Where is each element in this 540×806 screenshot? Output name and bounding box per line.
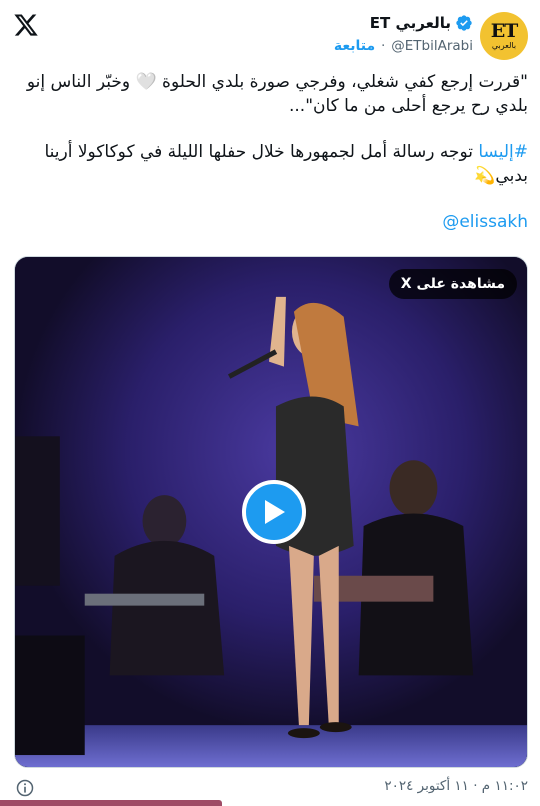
play-button[interactable] <box>242 480 306 544</box>
tweet-text: "قررت إرجع كفي شغلي، وفرجي صورة بلدي الح… <box>12 70 528 234</box>
hashtag-link[interactable]: #إليسا <box>478 142 528 162</box>
tweet-timestamp[interactable]: ١١:٠٢ م · ١١ أكتوبر ٢٠٢٤ <box>384 778 528 794</box>
verified-badge-icon <box>456 15 472 31</box>
watch-on-x-button[interactable]: مشاهدة على X <box>388 269 517 299</box>
author-name-row[interactable]: بالعربي ET <box>370 14 473 32</box>
author-display-name: بالعربي ET <box>369 14 451 32</box>
avatar[interactable]: ET بالعربي <box>480 12 528 60</box>
tweet-card: ET بالعربي بالعربي ET @ETbilArabi · متاب… <box>0 0 540 806</box>
author-handle-row: @ETbilArabi · متابعة <box>334 38 473 54</box>
avatar-logo-sub: بالعربي <box>491 41 517 50</box>
separator-dot: · <box>381 38 386 54</box>
avatar-logo-text: ET <box>490 20 519 42</box>
author-handle[interactable]: @ETbilArabi <box>391 38 473 54</box>
info-icon[interactable] <box>15 778 35 798</box>
tweet-body: #إليسا توجه رسالة أمل لجمهورها خلال حفله… <box>12 140 528 188</box>
watch-on-x-label: مشاهدة على X <box>400 276 505 292</box>
mention-link[interactable]: @elissakh <box>12 210 528 234</box>
tweet-body-text: توجه رسالة أمل لجمهورها خلال حفلها الليل… <box>44 142 528 186</box>
bottom-accent-bar <box>0 800 222 806</box>
video-player[interactable]: مشاهدة على X <box>14 256 528 768</box>
play-icon <box>265 500 285 524</box>
follow-button[interactable]: متابعة <box>334 38 375 54</box>
tweet-quote: "قررت إرجع كفي شغلي، وفرجي صورة بلدي الح… <box>26 72 528 116</box>
x-logo-icon[interactable] <box>13 12 39 38</box>
